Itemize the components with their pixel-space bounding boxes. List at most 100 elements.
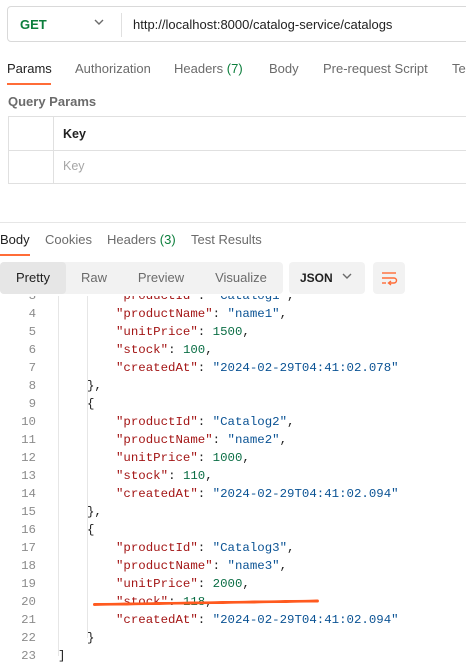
tab-label: Authorization [75,61,151,76]
code-line: 11 "productName": "name2", [0,431,466,449]
line-number: 8 [28,379,36,393]
tab-pre-request-script[interactable]: Pre-request Script [323,61,428,76]
tab-authorization[interactable]: Authorization [75,61,151,76]
tab-label: Headers [107,232,157,247]
response-body-editor[interactable]: 3 "productId": "Catalog1", 4 "productName":… [0,296,466,671]
format-select[interactable]: JSON [289,262,365,294]
code-text: { [87,397,95,411]
method-select[interactable]: GET [20,17,47,32]
line-number: 22 [21,631,36,645]
line-number: 21 [21,613,36,627]
tab-label: Pre-request Script [323,61,428,76]
tab-label: Body [0,232,30,247]
code-line: 7 "createdAt": "2024-02-29T04:41:02.078" [0,359,466,377]
active-tab-indicator [7,83,51,85]
code-text: "unitPrice": 2000, [116,577,250,591]
code-line: 8}, [0,377,466,395]
tab-tests[interactable]: Te [452,61,466,76]
tab-count: (7) [226,61,243,76]
tab-test-results[interactable]: Test Results [191,232,262,247]
code-text: "createdAt": "2024-02-29T04:41:02.094" [116,613,399,627]
code-line: 18 "productName": "name3", [0,557,466,575]
tab-label: Test Results [191,232,262,247]
code-line: 15}, [0,503,466,521]
wrap-lines-button[interactable] [373,262,405,294]
code-text: "createdAt": "2024-02-29T04:41:02.094" [116,487,399,501]
url-divider [121,13,122,37]
line-number: 5 [28,325,36,339]
line-number: 23 [21,649,36,663]
code-text: "createdAt": "2024-02-29T04:41:02.078" [116,361,399,375]
code-text: "stock": 110, [116,469,213,483]
code-line: 22} [0,629,466,647]
code-text: } [87,631,95,645]
tab-label: Body [269,61,299,76]
code-line: 13 "stock": 110, [0,467,466,485]
format-label: JSON [300,271,333,285]
chevron-down-icon [341,269,353,286]
code-line: 9{ [0,395,466,413]
tab-count: (3) [159,232,176,247]
line-number: 13 [21,469,36,483]
line-number: 14 [21,487,36,501]
visualize-button[interactable]: Visualize [200,262,282,294]
code-text: "productName": "name1", [116,307,288,321]
wrap-lines-icon [382,272,398,286]
code-text: { [87,523,95,537]
code-text: }, [87,379,102,393]
url-bar: GET http://localhost:8000/catalog-servic… [7,6,466,42]
code-text: "productId": "Catalog2", [116,415,295,429]
code-line: 16 { [0,521,466,539]
code-line: 6 "stock": 100, [0,341,466,359]
tab-response-headers[interactable]: Headers (3) [107,232,176,247]
code-line: 17 "productId": "Catalog3", [0,539,466,557]
line-number: 12 [21,451,36,465]
table-row-divider [9,150,466,151]
line-number: 6 [28,343,36,357]
key-column-header: Key [63,127,86,141]
tab-params[interactable]: Params [7,61,52,76]
tab-label: Te [452,61,466,76]
tab-headers[interactable]: Headers (7) [174,61,243,76]
query-params-table: Key Key [8,116,466,184]
code-text: "productName": "name3", [116,559,288,573]
code-line: 14 "createdAt": "2024-02-29T04:41:02.094" [0,485,466,503]
line-number: 10 [21,415,36,429]
preview-button[interactable]: Preview [122,262,200,294]
line-number: 11 [21,433,36,447]
code-line: 5 "unitPrice": 1500, [0,323,466,341]
code-line: 19 "unitPrice": 2000, [0,575,466,593]
code-line: 3 "productId": "Catalog1", [0,296,466,305]
line-number: 18 [21,559,36,573]
tab-body[interactable]: Body [269,61,299,76]
code-line: 12 "unitPrice": 1000, [0,449,466,467]
code-text: "unitPrice": 1500, [116,325,250,339]
view-mode-toggle: Pretty Raw Preview Visualize [0,262,283,294]
line-number: 15 [21,505,36,519]
code-text: "productId": "Catalog1", [116,296,295,303]
code-text: ] [58,649,66,663]
active-tab-indicator [0,254,30,256]
tab-cookies[interactable]: Cookies [45,232,92,247]
url-input[interactable]: http://localhost:8000/catalog-service/ca… [133,17,392,32]
line-number: 20 [21,595,36,609]
tab-label: Cookies [45,232,92,247]
pretty-button[interactable]: Pretty [0,262,66,294]
code-line: 10 "productId": "Catalog2", [0,413,466,431]
tab-label: Headers [174,61,224,76]
key-input[interactable]: Key [63,159,85,173]
line-number: 17 [21,541,36,555]
line-number: 3 [28,296,36,303]
line-number: 4 [28,307,36,321]
raw-button[interactable]: Raw [66,262,122,294]
code-text: }, [87,505,102,519]
code-line: 21 "createdAt": "2024-02-29T04:41:02.094" [0,611,466,629]
chevron-down-icon[interactable] [93,15,105,32]
tab-label: Params [7,61,52,76]
code-text: "productName": "name2", [116,433,288,447]
line-number: 16 [21,523,36,537]
section-divider [0,222,466,223]
tab-response-body[interactable]: Body [0,232,30,247]
code-text: "unitPrice": 1000, [116,451,250,465]
query-params-title: Query Params [8,94,97,109]
